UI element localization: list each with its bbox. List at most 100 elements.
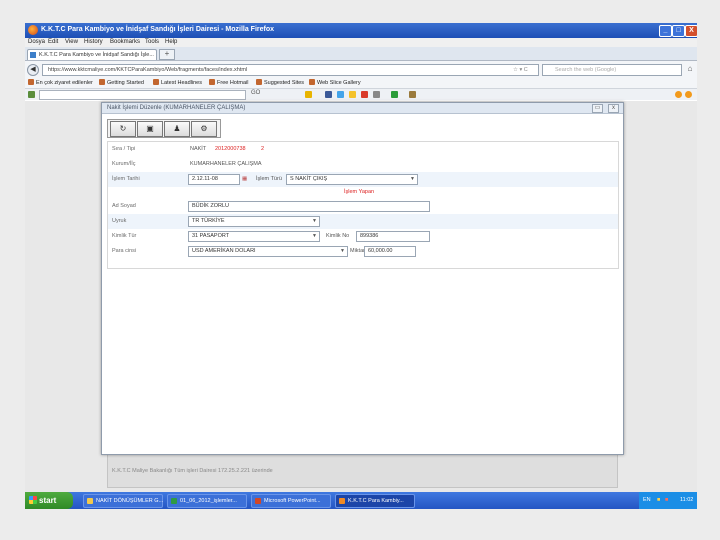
date-field[interactable]: 2.12.11-08 (188, 174, 240, 185)
currency-select[interactable]: USD AMERİKAN DOLARI ▼ (188, 246, 348, 257)
bookmark-icon (28, 79, 34, 85)
sira-label: Sıra / Tipi (112, 146, 136, 152)
chevron-down-icon: ▼ (312, 233, 317, 239)
weather-icon[interactable] (373, 91, 380, 98)
bookmark-getting-started[interactable]: Getting Started (99, 79, 144, 86)
addon-settings-icon[interactable] (685, 91, 692, 98)
form-row-tarih: İşlem Tarihi 2.12.11-08 ▦ İşlem Türü S N… (108, 172, 618, 187)
game-icon[interactable] (409, 91, 416, 98)
form-row-kimlik: Kimlik Tür 31 PASAPORT ▼ Kimlik No 89938… (108, 229, 618, 244)
start-button[interactable]: start (25, 492, 73, 509)
addon-logo-icon (28, 91, 35, 98)
bookmark-most-visited[interactable]: En çok ziyaret edilenler (28, 79, 93, 86)
menu-edit[interactable]: Edit (48, 39, 58, 45)
bookmark-suggested-sites[interactable]: Suggested Sites (256, 79, 304, 86)
menu-bookmarks[interactable]: Bookmarks (110, 39, 140, 45)
minimize-button[interactable]: _ (659, 25, 672, 37)
bookmark-free-hotmail[interactable]: Free Hotmail (209, 79, 248, 86)
rss-icon (153, 79, 159, 85)
bookmark-icon (309, 79, 315, 85)
para-label: Para cinsi (112, 248, 137, 254)
security-icon[interactable]: ■ (665, 497, 668, 503)
menu-help[interactable]: Help (165, 39, 177, 45)
new-tab-button[interactable]: + (159, 49, 175, 60)
id-number-field[interactable]: 899386 (356, 231, 430, 242)
navigation-bar: ◀ https://www.kktcmaliye.com/KKTCParaKam… (25, 61, 697, 77)
name-field[interactable]: BÜDİK ZORLU (188, 201, 430, 212)
transaction-form: Sıra / Tipi NAKİT 2012000738 2 Kurum/İİç… (107, 141, 619, 269)
sira-seq: 2 (261, 146, 265, 152)
system-tray: EN ■ ■ 11:02 (639, 492, 697, 509)
tab-active[interactable]: K.K.T.C Para Kambiyo ve İnidşaf Sandığı … (27, 49, 157, 60)
kurum-value: KUMARHANELER ÇALIŞMA (190, 161, 262, 167)
facebook-icon[interactable] (325, 91, 332, 98)
taskbar-item-firefox[interactable]: K.K.T.C Para Kambiy... (335, 494, 415, 508)
form-row-para: Para cinsi USD AMERİKAN DOLARI ▼ Miktar … (108, 244, 618, 259)
search-input[interactable]: Search the web (Google) (542, 64, 682, 76)
menu-tools[interactable]: Tools (145, 39, 159, 45)
menu-view[interactable]: View (65, 39, 78, 45)
bookmark-latest-headlines[interactable]: Latest Headlines (153, 79, 202, 86)
smiley-icon[interactable] (349, 91, 356, 98)
kimlik-tur-label: Kimlik Tür (112, 233, 137, 239)
url-text: https://www.kktcmaliye.com/KKTCParaKambi… (48, 67, 248, 73)
sira-number: 2012000738 (215, 146, 246, 152)
language-indicator[interactable]: EN (643, 497, 651, 503)
form-row-uyruk: Uyruk TR TÜRKİYE ▼ (108, 214, 618, 229)
menu-file[interactable]: Dosya (28, 39, 45, 45)
transaction-type-select[interactable]: S NAKİT ÇIKIŞ ▼ (286, 174, 418, 185)
menu-bar: Dosya Edit View History Bookmarks Tools … (25, 38, 697, 47)
dialog-title: Nakit İşlemi Düzenle (KUMARHANELER ÇALIŞ… (107, 105, 246, 111)
network-icon[interactable]: ■ (657, 497, 660, 503)
go-button[interactable]: GO (251, 90, 260, 96)
clock[interactable]: 11:02 (680, 497, 693, 503)
money-icon[interactable] (391, 91, 398, 98)
addon-orange-icon[interactable] (675, 91, 682, 98)
dialog-toolbar: ↻ ▣ ♟ ⚙ (107, 119, 221, 138)
back-icon[interactable]: ◀ (27, 64, 39, 76)
twitter-icon[interactable] (337, 91, 344, 98)
search-placeholder: Search the web (Google) (555, 67, 617, 73)
chevron-down-icon: ▼ (312, 218, 317, 224)
uyruk-label: Uyruk (112, 218, 127, 224)
background-footer-text: K.K.T.C Maliye Bakanlığı Tüm işleri Dair… (112, 468, 273, 474)
taskbar-item-excel[interactable]: 01_06_2012_işlemler... (167, 494, 247, 508)
bookmark-icon (256, 79, 262, 85)
id-type-select[interactable]: 31 PASAPORT ▼ (188, 231, 320, 242)
firefox-icon (339, 498, 345, 504)
bookmark-star-icon[interactable]: ☆ ▾ C (513, 67, 528, 73)
youtube-icon[interactable] (361, 91, 368, 98)
home-icon[interactable]: ⌂ (685, 64, 695, 74)
refresh-button[interactable]: ↻ (110, 121, 136, 137)
windows-logo-icon (29, 496, 37, 504)
status-text: İşlem Yapan (344, 189, 375, 195)
print-button[interactable]: ♟ (164, 121, 190, 137)
close-button[interactable]: X (685, 25, 697, 37)
nationality-select[interactable]: TR TÜRKİYE ▼ (188, 216, 320, 227)
addon-toolbar: GO (25, 89, 697, 100)
dialog-close-button[interactable]: x (608, 104, 619, 113)
settings-button[interactable]: ⚙ (191, 121, 217, 137)
amount-field[interactable]: 60,000.00 (364, 246, 416, 257)
maximize-button[interactable]: □ (672, 25, 685, 37)
calendar-icon[interactable]: ▦ (242, 176, 247, 182)
menu-history[interactable]: History (84, 39, 103, 45)
taskbar-item-powerpoint[interactable]: Microsoft PowerPoint... (251, 494, 331, 508)
sira-type: NAKİT (190, 146, 207, 152)
taskbar-item-folder[interactable]: NAKİT DÖNÜŞÜMLER G... (83, 494, 163, 508)
kimlik-no-label: Kimlik No (326, 233, 350, 239)
bookmark-icon (99, 79, 105, 85)
folder-icon (87, 498, 93, 504)
url-bar[interactable]: https://www.kktcmaliye.com/KKTCParaKambi… (42, 64, 539, 76)
bookmark-web-slice-gallery[interactable]: Web Slice Gallery (309, 79, 361, 86)
form-row-ad: Ad Soyad BÜDİK ZORLU (108, 199, 618, 214)
dialog-minimize-button[interactable]: ▭ (592, 104, 603, 113)
form-row-kurum: Kurum/İİç KUMARHANELER ÇALIŞMA (108, 157, 618, 172)
lock-icon[interactable] (305, 91, 312, 98)
chevron-down-icon: ▼ (340, 248, 345, 254)
taskbar: start NAKİT DÖNÜŞÜMLER G... 01_06_2012_i… (25, 492, 697, 509)
addon-search-input[interactable] (39, 90, 246, 100)
tab-bar: K.K.T.C Para Kambiyo ve İnidşaf Sandığı … (25, 47, 697, 61)
bookmark-icon (209, 79, 215, 85)
save-button[interactable]: ▣ (137, 121, 163, 137)
